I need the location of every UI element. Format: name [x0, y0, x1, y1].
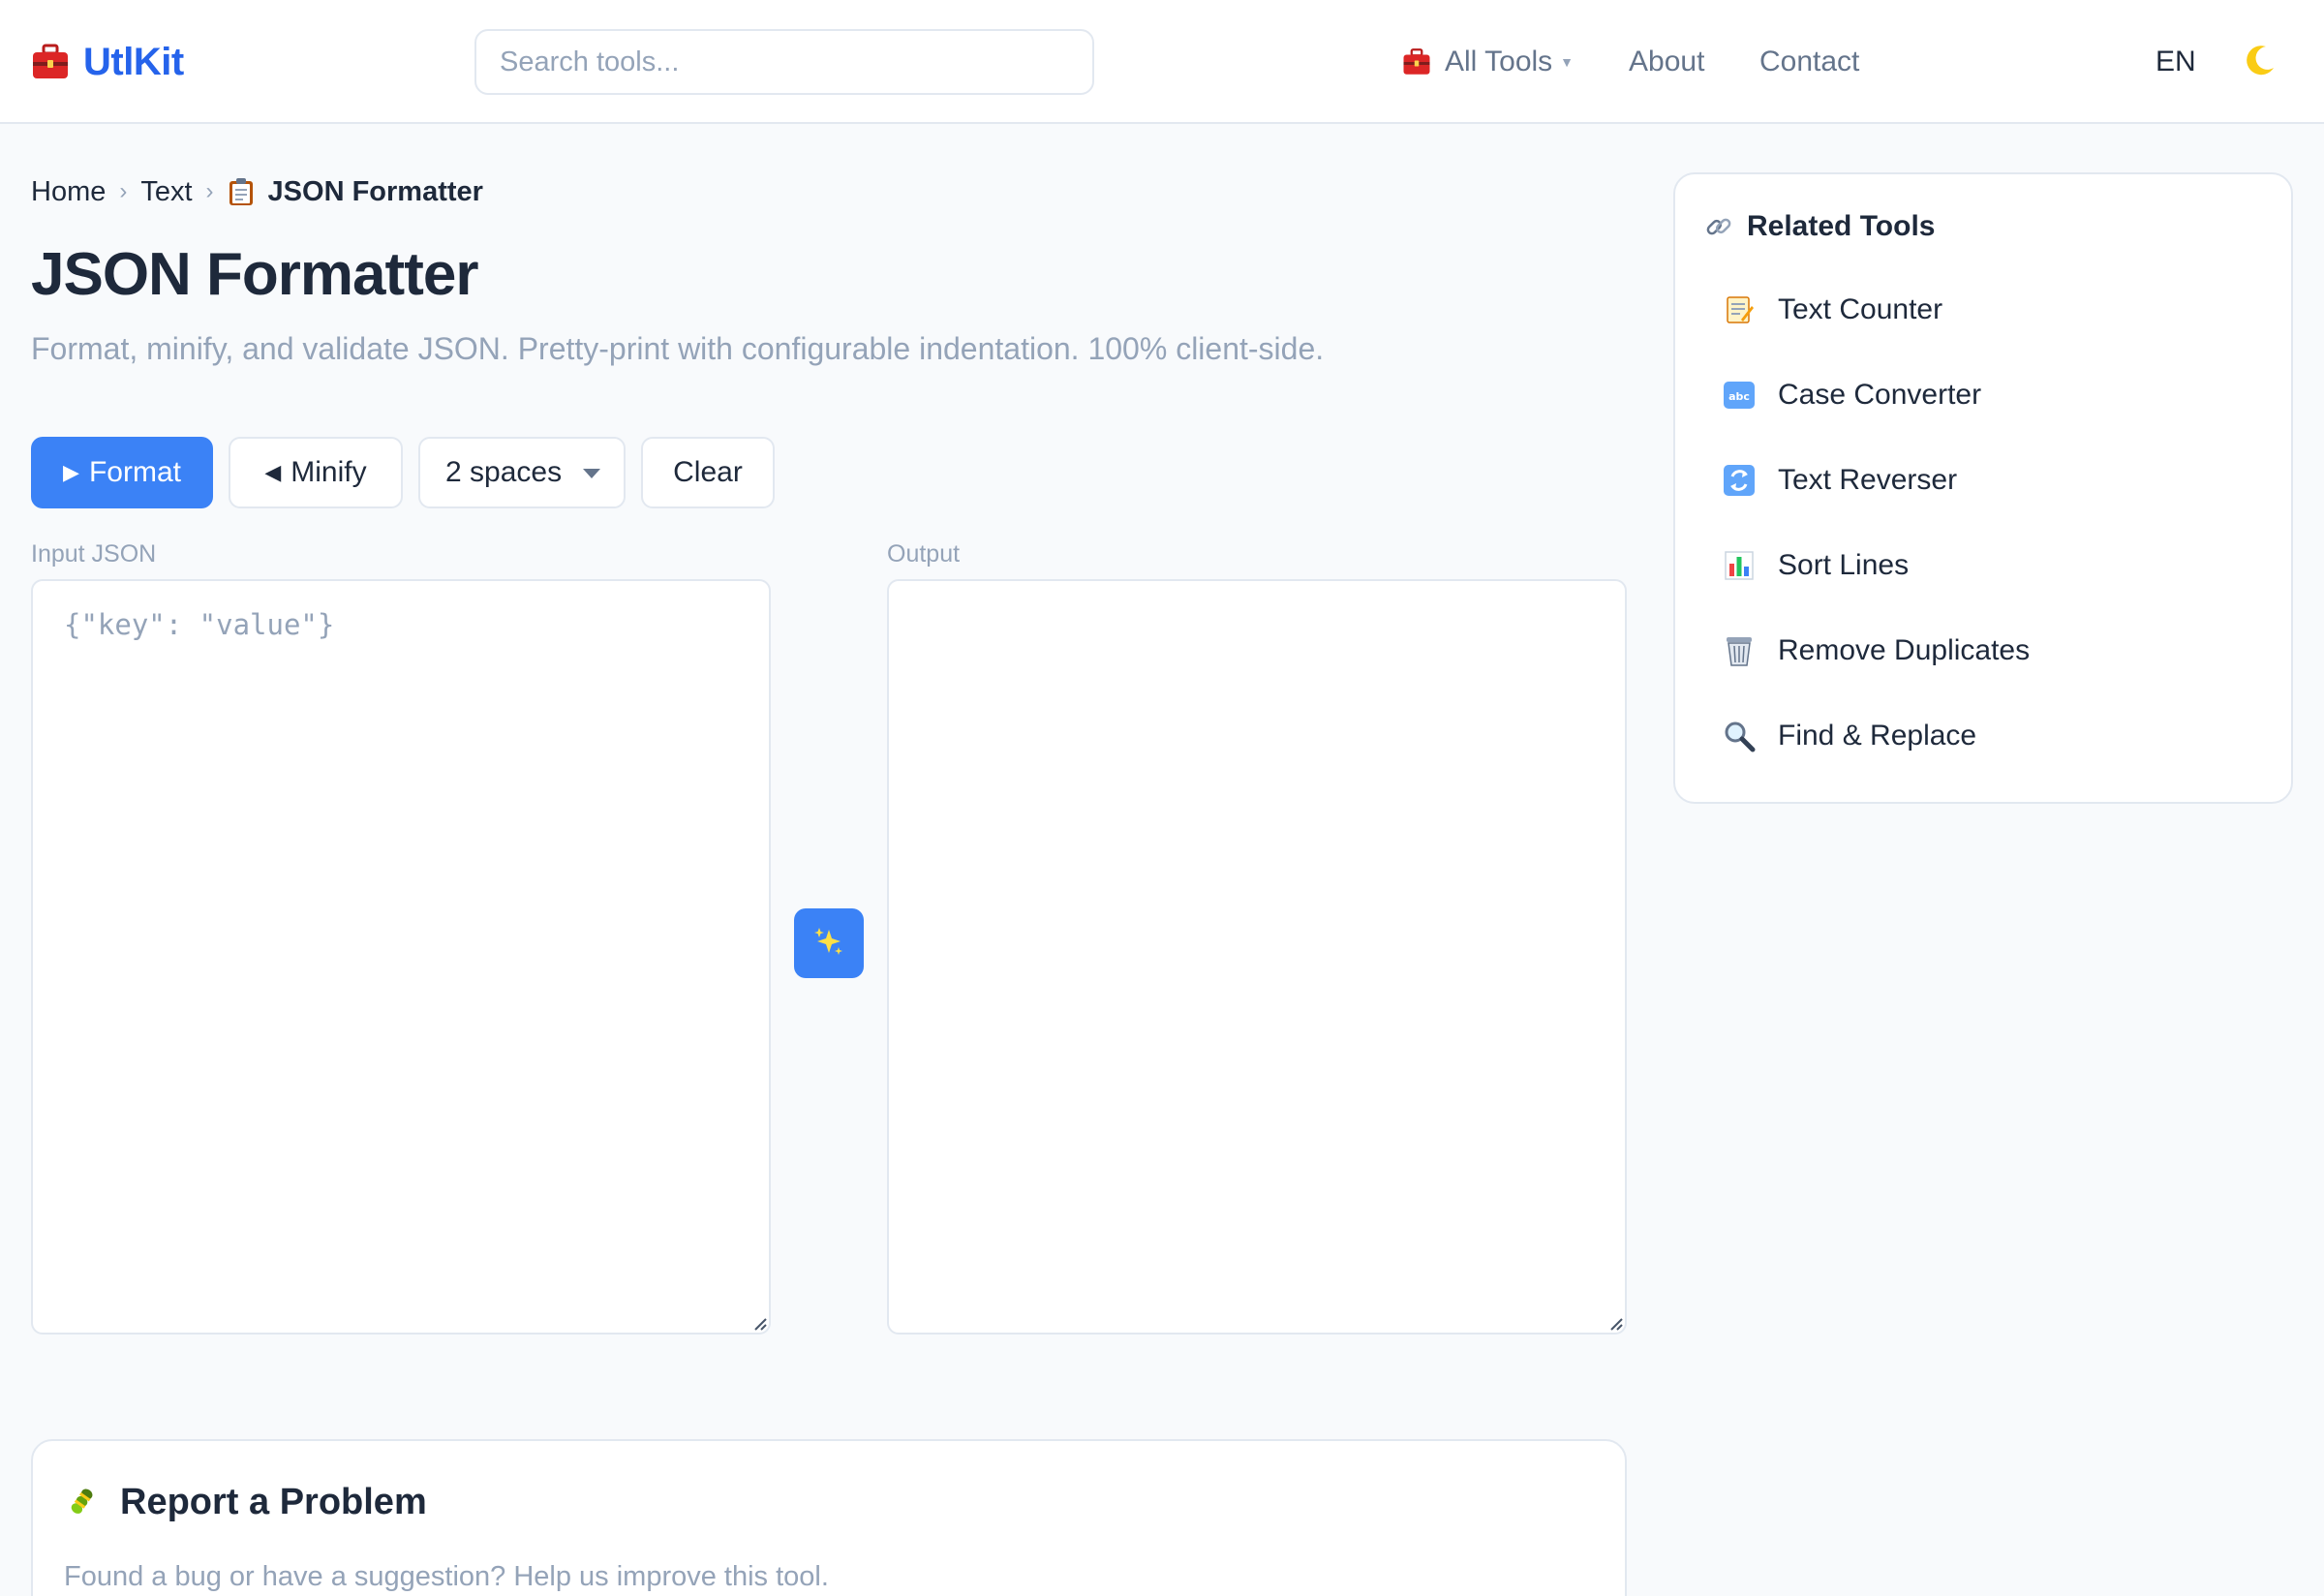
sparkles-icon [811, 924, 846, 964]
breadcrumb-home[interactable]: Home [31, 176, 106, 208]
minify-button-label: Minify [290, 456, 367, 488]
nav-contact[interactable]: Contact [1759, 35, 1859, 89]
arrows-icon [1722, 463, 1757, 498]
related-tool-remove-duplicates[interactable]: Remove Duplicates [1722, 628, 2030, 674]
bar-chart-icon [1722, 548, 1757, 583]
related-tool-find-replace[interactable]: Find & Replace [1722, 713, 1976, 759]
chevron-down-icon [583, 469, 600, 478]
language-switcher[interactable]: EN [2156, 35, 2196, 89]
related-tool-label: Case Converter [1778, 379, 1982, 411]
link-icon [1704, 212, 1733, 241]
top-header: UtlKit All Tools ▼ About Contact EN [0, 0, 2324, 124]
related-tools-title: Related Tools [1747, 210, 1936, 242]
resize-handle-icon[interactable] [751, 1315, 767, 1331]
resize-handle-icon[interactable] [1607, 1315, 1623, 1331]
logo-link[interactable]: UtlKit [31, 35, 184, 89]
related-tool-label: Text Reverser [1778, 464, 1958, 496]
play-icon: ▶ [63, 460, 79, 484]
chevron-right-icon: › [119, 178, 128, 204]
clipboard-icon [228, 177, 255, 206]
auto-format-button[interactable] [794, 908, 864, 978]
nav-all-tools-label: All Tools [1445, 46, 1553, 77]
breadcrumb-category[interactable]: Text [140, 176, 192, 208]
svg-text:abc: abc [1728, 390, 1750, 403]
toolbox-icon [1402, 47, 1431, 77]
related-tools-panel: Related Tools Text Counter abc Case Conv… [1673, 172, 2293, 804]
related-tool-sort-lines[interactable]: Sort Lines [1722, 542, 1909, 589]
related-tool-text-reverser[interactable]: Text Reverser [1722, 457, 1957, 504]
related-tool-label: Text Counter [1778, 293, 1943, 325]
minify-button[interactable]: ◀ Minify [229, 437, 403, 508]
input-label: Input JSON [31, 540, 157, 568]
report-problem-title: Report a Problem [120, 1481, 427, 1522]
search-input[interactable] [474, 29, 1094, 95]
output-label: Output [887, 540, 961, 568]
magnifier-icon [1722, 719, 1757, 753]
json-input-textarea[interactable] [31, 579, 771, 1335]
json-output-textarea[interactable] [887, 579, 1627, 1335]
caret-down-icon: ▼ [1560, 54, 1575, 70]
related-tools-header: Related Tools [1704, 207, 1935, 246]
toolbox-icon [31, 43, 70, 81]
abc-icon: abc [1722, 378, 1757, 413]
moon-icon [2243, 43, 2278, 82]
bug-icon [62, 1483, 101, 1521]
nav-all-tools[interactable]: All Tools ▼ [1402, 35, 1574, 89]
clear-button[interactable]: Clear [641, 437, 775, 508]
related-tool-text-counter[interactable]: Text Counter [1722, 287, 1942, 333]
nav-about[interactable]: About [1629, 35, 1704, 89]
breadcrumb-current: JSON Formatter [267, 175, 483, 207]
theme-toggle[interactable] [2237, 39, 2283, 85]
indent-select-value: 2 spaces [445, 456, 563, 488]
related-tool-label: Remove Duplicates [1778, 634, 2031, 666]
trash-icon [1722, 633, 1757, 668]
related-tool-label: Find & Replace [1778, 720, 1977, 752]
page-subtitle: Format, minify, and validate JSON. Prett… [31, 331, 1325, 366]
format-button-label: Format [88, 456, 181, 488]
format-button[interactable]: ▶ Format [31, 437, 213, 508]
related-tool-label: Sort Lines [1778, 549, 1910, 581]
indent-select[interactable]: 2 spaces [418, 437, 626, 508]
report-problem-text: Found a bug or have a suggestion? Help u… [64, 1561, 829, 1592]
logo-text: UtlKit [83, 40, 184, 83]
chevron-right-icon: › [205, 178, 214, 204]
reverse-icon: ◀ [264, 460, 282, 484]
page-title: JSON Formatter [31, 241, 478, 308]
breadcrumb: Home › Text › JSON Formatter [31, 170, 483, 213]
report-problem-header: Report a Problem [62, 1478, 427, 1526]
related-tool-case-converter[interactable]: abc Case Converter [1722, 372, 1981, 418]
report-problem-card: Report a Problem Found a bug or have a s… [31, 1439, 1627, 1596]
memo-icon [1722, 292, 1757, 327]
